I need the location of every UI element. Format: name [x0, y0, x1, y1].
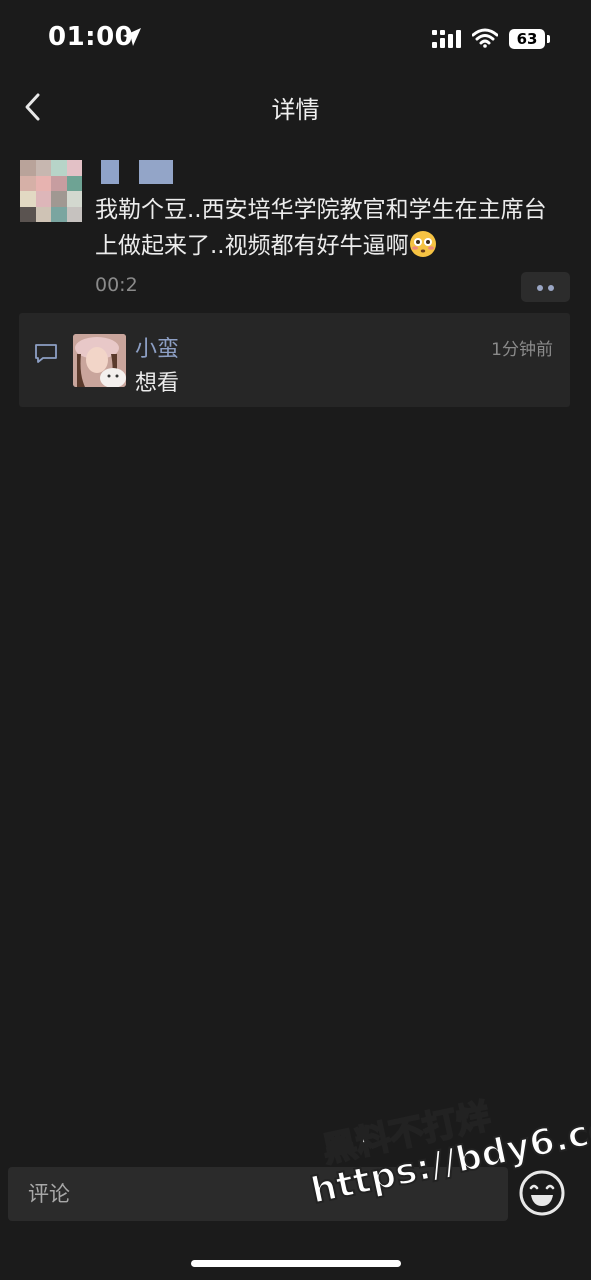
avatar-pixel — [20, 175, 36, 191]
flushed-face-icon — [409, 231, 436, 257]
avatar-pixel — [35, 160, 51, 176]
comments-section: 小蛮 1分钟前 想看 — [19, 313, 570, 407]
avatar-pixel — [35, 206, 51, 222]
avatar-pixel — [66, 191, 82, 207]
location-arrow-icon — [123, 28, 141, 46]
battery-tip — [547, 35, 550, 43]
avatar-pixel — [20, 160, 36, 176]
avatar-pixel — [20, 206, 36, 222]
battery-level: 63 — [509, 29, 545, 49]
avatar-pixel — [51, 175, 67, 191]
dot-icon — [548, 285, 554, 291]
post-text: 我勒个豆..西安培华学院教官和学生在主席台上做起来了..视频都有好牛逼啊 — [95, 197, 547, 259]
post-avatar[interactable] — [20, 160, 82, 222]
home-indicator — [191, 1260, 401, 1267]
status-bar: 01:00 63 — [0, 0, 591, 80]
cellular-signal-icon — [432, 30, 461, 48]
avatar-pixel — [66, 160, 82, 176]
avatar-pixel — [66, 206, 82, 222]
commenter-avatar[interactable] — [73, 334, 126, 387]
avatar-pixel — [51, 206, 67, 222]
comment-text: 想看 — [135, 371, 180, 396]
more-actions-button[interactable] — [521, 272, 570, 302]
avatar-pixel — [35, 175, 51, 191]
nav-bar: 详情 — [0, 80, 591, 136]
avatar-pixel — [20, 191, 36, 207]
avatar-pixel — [66, 175, 82, 191]
status-time: 01:00 — [48, 22, 134, 52]
post-content: 我勒个豆..西安培华学院教官和学生在主席台上做起来了..视频都有好牛逼啊 — [95, 192, 565, 264]
post-timestamp: 00:2 — [95, 274, 138, 296]
comment-bar — [0, 1150, 591, 1280]
comment-timestamp: 1分钟前 — [491, 340, 553, 360]
emoji-face-icon[interactable] — [518, 1169, 566, 1217]
wifi-icon — [472, 28, 498, 48]
post-author-name-redacted[interactable] — [101, 160, 173, 184]
comment-input[interactable] — [8, 1167, 508, 1221]
avatar-pixel — [51, 191, 67, 207]
avatar-pixel — [35, 191, 51, 207]
comment-bubble-icon — [35, 344, 57, 363]
avatar-pixel — [51, 160, 67, 176]
commenter-name[interactable]: 小蛮 — [135, 331, 179, 363]
page-title: 详情 — [271, 96, 320, 124]
dot-icon — [537, 285, 543, 291]
